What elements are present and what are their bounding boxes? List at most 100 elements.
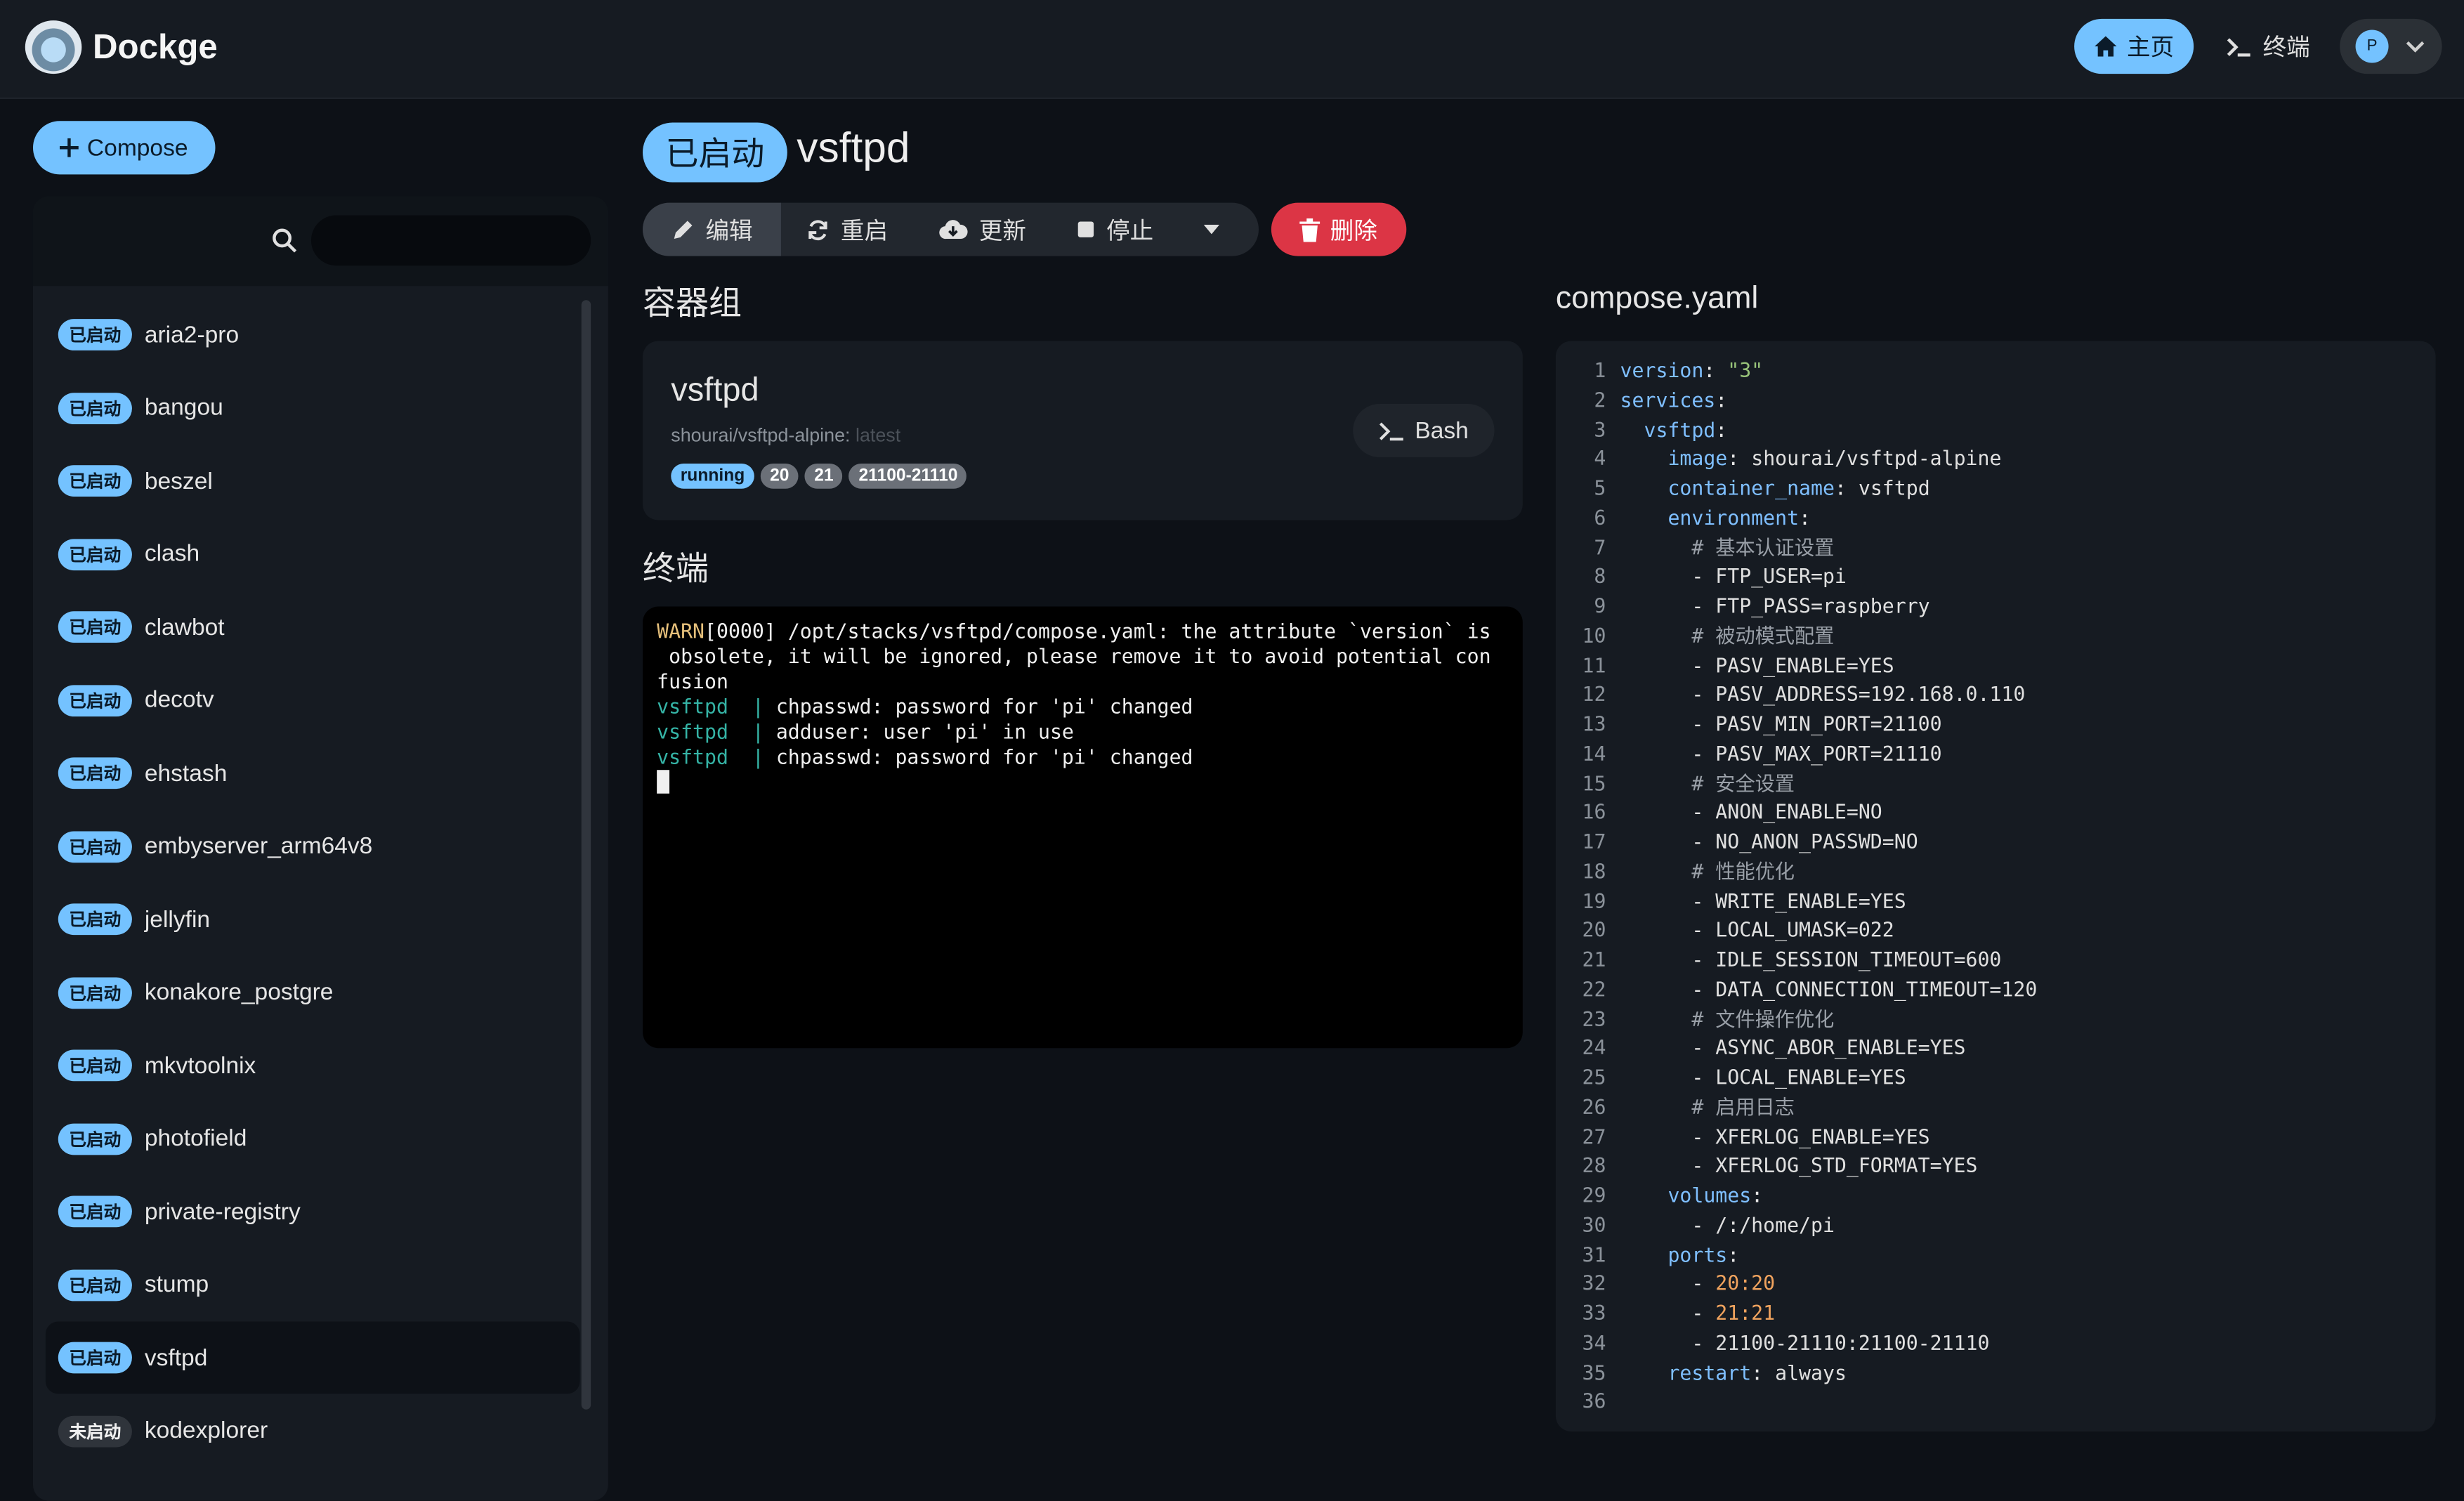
code-line: 21 - IDLE_SESSION_TIMEOUT=600 [1568,946,2038,976]
stack-list-item[interactable]: 已启动 aria2-pro [46,299,580,371]
update-button[interactable]: 更新 [913,203,1051,256]
line-number: 32 [1582,1271,1606,1296]
stack-status-badge: 已启动 [58,1049,132,1082]
delete-button[interactable]: 删除 [1271,202,1407,256]
stack-list-item[interactable]: 已启动 vsftpd [45,1321,580,1394]
code-line: 31 ports: [1568,1240,2038,1270]
line-number: 9 [1594,594,1606,618]
line-content: - FTP_USER=pi [1691,564,1847,589]
stack-list-item[interactable]: 已启动 clawbot [46,591,580,663]
line-number: 27 [1582,1124,1606,1148]
stop-icon [1077,221,1094,237]
compose-yaml-editor[interactable]: 1 version: "3" 2 services: 3 vsftpd: 4 image:… [1555,341,2436,1432]
terminal-output[interactable]: WARN[0000] /opt/stacks/vsftpd/compose.ya… [643,606,1523,1049]
stack-list-item[interactable]: 已启动 photofield [46,1102,580,1174]
stop-button[interactable]: 停止 [1051,203,1179,256]
top-bar: Dockge 主页 终端 P [0,0,2464,99]
container-image-tag: latest [855,424,901,447]
brand-name[interactable]: Dockge [93,27,218,67]
stack-list-item[interactable]: 已启动 clash [46,518,580,590]
caret-down-icon [1203,224,1220,235]
code-line: 16 - ANON_ENABLE=NO [1568,799,2038,828]
stack-list-item[interactable]: 已启动 beszel [46,445,580,517]
yaml-value: FTP_PASS=raspberry [1715,594,1930,618]
stack-list-item[interactable]: 已启动 bangou [46,372,580,444]
line-content: - XFERLOG_STD_FORMAT=YES [1691,1153,1978,1178]
edit-button[interactable]: 编辑 [643,202,781,256]
line-number: 7 [1594,535,1606,559]
stack-name: bangou [144,394,223,421]
yaml-value: XFERLOG_STD_FORMAT=YES [1715,1153,1978,1178]
stack-name: konakore_postgre [144,978,334,1006]
line-content: - 21:21 [1691,1301,1776,1325]
home-button[interactable]: 主页 [2074,18,2194,74]
stack-list-item[interactable]: 已启动 jellyfin [46,883,580,955]
stack-name: kodexplorer [144,1417,268,1444]
port-badge[interactable]: 21 [804,463,844,489]
code-line: 11 - PASV_ENABLE=YES [1568,651,2038,681]
stack-list-item[interactable]: 已启动 stump [46,1248,580,1320]
line-number: 23 [1582,1006,1606,1030]
yaml-key: version [1620,358,1704,382]
line-number: 6 [1594,505,1606,530]
stack-status-badge: 已启动 [58,1122,132,1155]
restart-button[interactable]: 重启 [781,203,913,256]
container-image: shourai/vsftpd-alpine: latest [671,424,900,446]
code-line: 23 # 文件操作优化 [1568,1005,2038,1035]
port-badge[interactable]: 20 [760,463,799,489]
code-line: 25 - LOCAL_ENABLE=YES [1568,1064,2038,1094]
stack-status-badge: 已启动 [58,465,132,497]
container-image-name: shourai/vsftpd-alpine: [671,424,851,447]
yaml-value: ASYNC_ABOR_ENABLE=YES [1715,1035,1966,1060]
yaml-value: DATA_CONNECTION_TIMEOUT=120 [1715,976,2038,1001]
profile-menu-button[interactable]: P [2340,18,2442,74]
code-line: 1 version: "3" [1568,357,2038,386]
stack-name: stump [144,1271,209,1298]
bash-button[interactable]: Bash [1353,403,1495,458]
code-line: 5 container_name: vsftpd [1568,475,2038,504]
stack-list-item[interactable]: 已启动 konakore_postgre [46,956,580,1028]
code-line: 30 - /:/home/pi [1568,1211,2038,1240]
terminal-cursor [657,770,670,794]
port-badge[interactable]: 21100-21110 [849,463,967,489]
update-label: 更新 [978,217,1026,244]
yaml-key: ports [1667,1242,1728,1266]
yaml-number: 21:21 [1715,1301,1776,1325]
avatar: P [2355,30,2389,63]
stack-status-badge: 已启动 [58,684,132,716]
line-number: 8 [1594,564,1606,589]
terminal-nav-label: 终端 [2262,34,2310,62]
line-number: 19 [1582,889,1606,912]
bash-label: Bash [1415,417,1469,445]
line-content: - 21100-21110:21100-21110 [1691,1330,1990,1354]
terminal-nav-link[interactable]: 终端 [2225,19,2310,74]
yaml-key: image [1667,446,1728,471]
line-content: - WRITE_ENABLE=YES [1691,889,1906,912]
more-actions-dropdown[interactable] [1179,203,1245,256]
terminal-line: vsftpd | adduser: user 'pi' in use [657,720,1509,745]
line-content: - ANON_ENABLE=NO [1691,800,1882,824]
line-number: 31 [1582,1242,1606,1266]
yaml-value: PASV_MAX_PORT=21110 [1715,741,1942,765]
yaml-value: ANON_ENABLE=NO [1715,800,1882,824]
stack-name: decotv [144,686,214,714]
terminal-text: chpasswd: password for 'pi' changed [775,694,1193,719]
stack-list-item[interactable]: 已启动 mkvtoolnix [46,1029,580,1101]
code-lines: 1 version: "3" 2 services: 3 vsftpd: 4 image:… [1568,357,2038,1417]
line-number: 11 [1582,653,1606,677]
stack-list-item[interactable]: 已启动 embyserver_arm64v8 [46,810,580,882]
line-number: 30 [1582,1212,1606,1237]
stack-list-item[interactable]: 已启动 decotv [46,664,580,736]
line-content: - ASYNC_ABOR_ENABLE=YES [1691,1035,1966,1060]
line-number: 35 [1582,1360,1606,1384]
stack-status-badge: 已启动 [58,1195,132,1228]
stack-status-badge: 已启动 [58,392,132,424]
line-content: # 文件操作优化 [1620,1005,1834,1035]
sidebar-scrollbar[interactable] [581,300,591,1410]
search-input[interactable] [310,215,591,266]
stack-list-item[interactable]: 已启动 private-registry [46,1175,580,1247]
dockge-logo-icon[interactable] [25,20,82,74]
compose-button[interactable]: Compose [32,121,216,175]
stack-list-item[interactable]: 已启动 ehstash [46,737,580,809]
stack-list-item[interactable]: 未启动 kodexplorer [46,1395,580,1467]
